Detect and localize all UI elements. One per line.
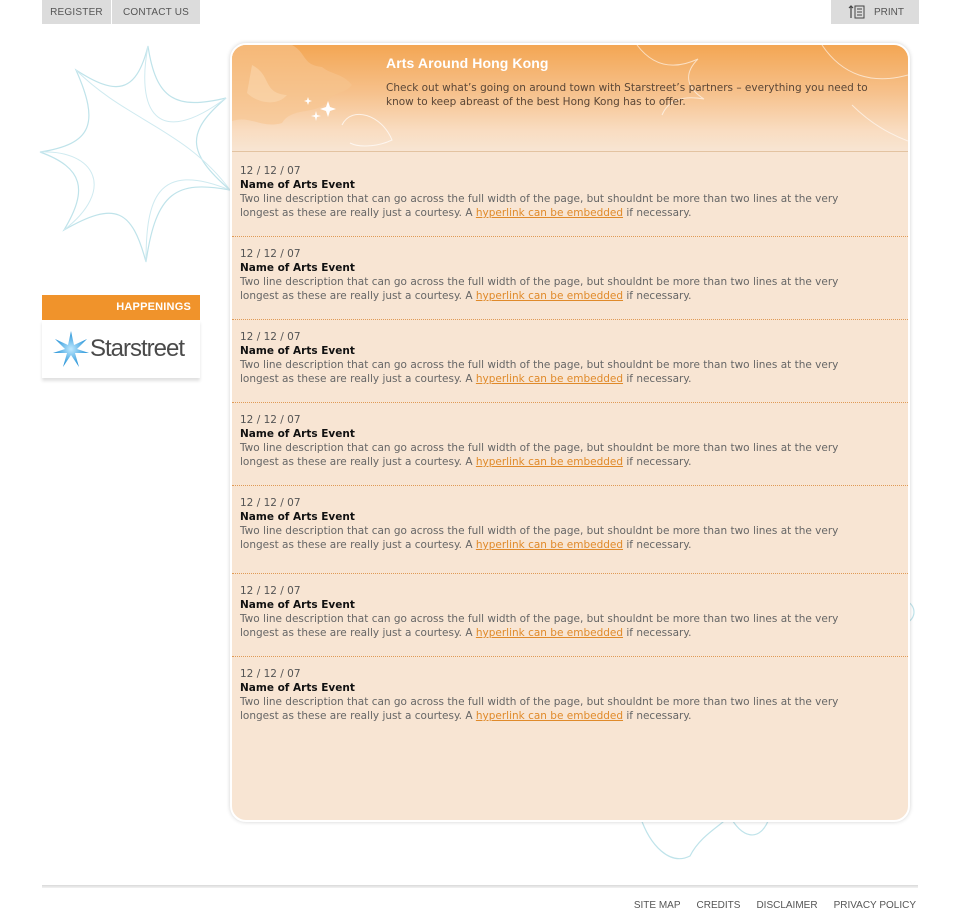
footer-navigation: SITE MAP CREDITS DISCLAIMER PRIVACY POLI… — [618, 900, 916, 911]
event-date: 12 / 12 / 07 — [240, 497, 301, 509]
event-hyperlink[interactable]: hyperlink can be embedded — [476, 539, 623, 551]
credits-link[interactable]: CREDITS — [697, 900, 741, 911]
event-item: 12 / 12 / 07 Name of Arts Event Two line… — [232, 237, 908, 320]
event-name: Name of Arts Event — [240, 262, 355, 274]
event-description: Two line description that can go across … — [240, 696, 839, 722]
event-date: 12 / 12 / 07 — [240, 165, 301, 177]
event-item: 12 / 12 / 07 Name of Arts Event Two line… — [232, 486, 908, 574]
event-item: 12 / 12 / 07 Name of Arts Event Two line… — [232, 403, 908, 486]
disclaimer-link[interactable]: DISCLAIMER — [756, 900, 817, 911]
content-panel: Arts Around Hong Kong Check out what’s g… — [230, 43, 910, 822]
event-hyperlink[interactable]: hyperlink can be embedded — [476, 373, 623, 385]
happenings-header[interactable]: HAPPENINGS — [42, 295, 200, 320]
event-item: 12 / 12 / 07 Name of Arts Event Two line… — [232, 320, 908, 403]
event-name: Name of Arts Event — [240, 179, 355, 191]
event-date: 12 / 12 / 07 — [240, 668, 301, 680]
star-burst-icon — [53, 331, 89, 367]
event-name: Name of Arts Event — [240, 599, 355, 611]
event-hyperlink[interactable]: hyperlink can be embedded — [476, 627, 623, 639]
top-navigation: REGISTER CONTACT US — [42, 0, 200, 24]
event-hyperlink[interactable]: hyperlink can be embedded — [476, 290, 623, 302]
event-name: Name of Arts Event — [240, 511, 355, 523]
event-description: Two line description that can go across … — [240, 613, 839, 639]
event-item: 12 / 12 / 07 Name of Arts Event Two line… — [232, 657, 908, 740]
contact-us-tab[interactable]: CONTACT US — [112, 0, 200, 24]
event-date: 12 / 12 / 07 — [240, 414, 301, 426]
event-hyperlink[interactable]: hyperlink can be embedded — [476, 456, 623, 468]
register-tab[interactable]: REGISTER — [42, 0, 111, 24]
event-name: Name of Arts Event — [240, 345, 355, 357]
site-map-link[interactable]: SITE MAP — [634, 900, 681, 911]
event-description: Two line description that can go across … — [240, 359, 839, 385]
event-name: Name of Arts Event — [240, 682, 355, 694]
starstreet-logo[interactable]: Starstreet — [42, 320, 200, 378]
event-description: Two line description that can go across … — [240, 193, 839, 219]
print-label: PRINT — [874, 6, 904, 18]
event-description: Two line description that can go across … — [240, 276, 839, 302]
footer-divider — [42, 885, 918, 888]
privacy-policy-link[interactable]: PRIVACY POLICY — [834, 900, 916, 911]
event-hyperlink[interactable]: hyperlink can be embedded — [476, 710, 623, 722]
event-item: 12 / 12 / 07 Name of Arts Event Two line… — [232, 574, 908, 657]
print-icon — [848, 5, 865, 19]
page-intro: Check out what’s going on around town wi… — [386, 82, 868, 108]
event-hyperlink[interactable]: hyperlink can be embedded — [476, 207, 623, 219]
sidebar: HAPPENINGS Starstreet — [42, 295, 200, 378]
event-date: 12 / 12 / 07 — [240, 585, 301, 597]
star-outline-decoration — [39, 45, 233, 263]
event-description: Two line description that can go across … — [240, 525, 839, 551]
event-date: 12 / 12 / 07 — [240, 331, 301, 343]
event-item: 12 / 12 / 07 Name of Arts Event Two line… — [232, 154, 908, 237]
page-title: Arts Around Hong Kong — [386, 55, 549, 71]
banner: Arts Around Hong Kong Check out what’s g… — [232, 45, 908, 152]
events-list: 12 / 12 / 07 Name of Arts Event Two line… — [232, 154, 908, 740]
star-outline-decoration-bottom — [639, 816, 771, 860]
print-button[interactable]: PRINT — [831, 0, 919, 24]
event-date: 12 / 12 / 07 — [240, 248, 301, 260]
event-description: Two line description that can go across … — [240, 442, 839, 468]
logo-text: Starstreet — [90, 335, 185, 362]
event-name: Name of Arts Event — [240, 428, 355, 440]
